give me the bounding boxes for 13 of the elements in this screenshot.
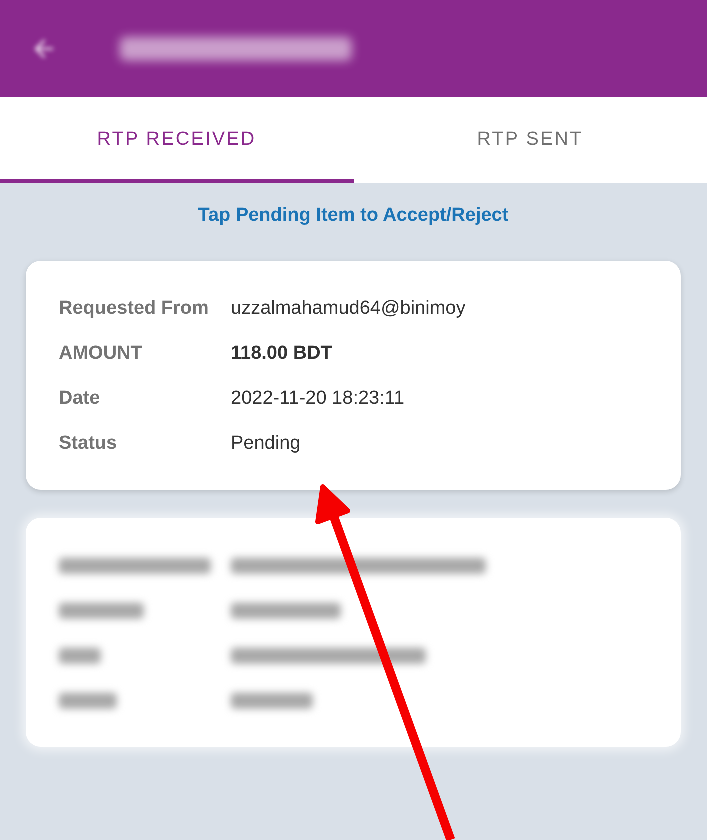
blurred-request-card[interactable] bbox=[26, 518, 681, 747]
field-label: Date bbox=[59, 388, 100, 410]
request-card[interactable]: Requested From uzzalmahamud64@binimoy AMOUNT 118.00 BDT Date 2022-11-20 18:23:11 Status Pending bbox=[26, 261, 681, 490]
blurred-label bbox=[59, 692, 117, 708]
field-label: Requested From bbox=[59, 298, 209, 320]
field-value: Pending bbox=[231, 432, 301, 454]
field-value: 2022-11-20 18:23:11 bbox=[231, 388, 405, 410]
hint-text: Tap Pending Item to Accept/Reject bbox=[197, 205, 510, 227]
field-label: AMOUNT bbox=[59, 342, 142, 364]
field-value: uzzalmahamud64@binimoy bbox=[231, 298, 466, 320]
field-value: 118.00 BDT bbox=[231, 342, 332, 364]
field-label: Status bbox=[59, 432, 118, 454]
blurred-label bbox=[59, 648, 101, 664]
